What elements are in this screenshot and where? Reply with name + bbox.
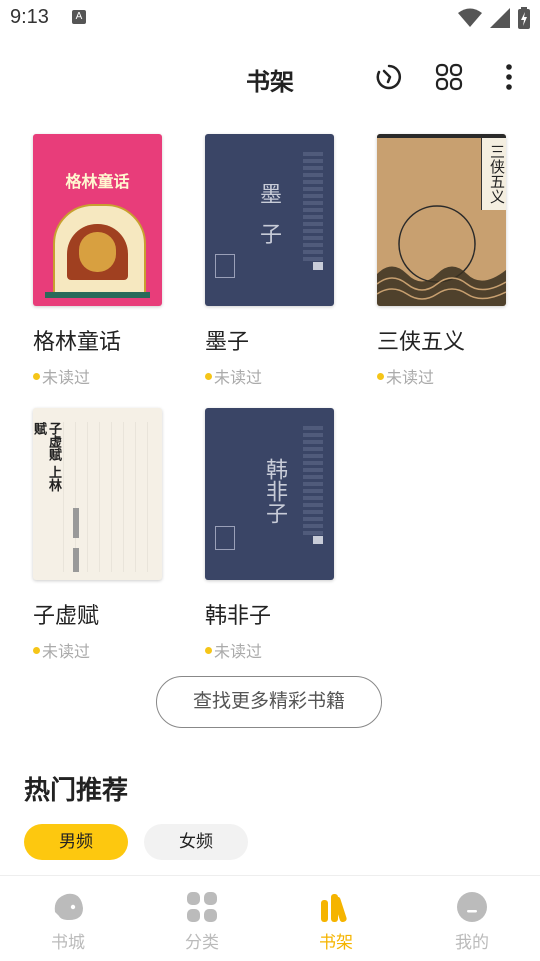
recommend-title: 热门推荐 [24, 776, 129, 806]
status-dot [33, 646, 40, 654]
read-status: 未读过 [33, 364, 173, 388]
book-cover[interactable]: 三侠五义 [377, 134, 506, 306]
tab-label: 书架 [319, 933, 353, 953]
tab-category[interactable]: 分类 [152, 890, 252, 953]
tab-label: 我的 [455, 933, 489, 953]
grid-icon [435, 63, 463, 91]
book-title: 三侠五义 [377, 330, 466, 355]
book-title: 子虚赋 [33, 604, 100, 629]
more-button[interactable] [494, 62, 524, 92]
cover-title: 格林童话 [65, 172, 130, 191]
bottom-tab-bar: 书城 分类 书架 我的 [0, 875, 540, 961]
book-cover[interactable]: 墨 子 [205, 134, 334, 306]
book-item[interactable]: 墨 子 墨子 未读过 [205, 134, 345, 388]
status-bar: 9:13 A [0, 0, 540, 36]
profile-icon [455, 890, 489, 924]
more-vertical-icon [506, 64, 512, 90]
cover-title: 墨 子 [259, 183, 282, 248]
chip-female[interactable]: 女频 [144, 824, 248, 860]
status-text: 未读过 [214, 368, 263, 387]
read-status: 未读过 [205, 638, 345, 662]
signal-icon [490, 8, 510, 28]
book-item[interactable]: 韩非子 韩非子 未读过 [205, 408, 345, 662]
status-text: 未读过 [42, 368, 91, 387]
tab-label: 分类 [185, 933, 219, 953]
read-status: 未读过 [377, 364, 517, 388]
header: 书架 [0, 50, 540, 106]
bookshelf-icon [319, 890, 353, 924]
history-icon [376, 64, 402, 90]
status-dot [33, 372, 40, 380]
grid-view-button[interactable] [434, 62, 464, 92]
status-text: 未读过 [42, 642, 91, 661]
book-cover[interactable]: 子虚赋 上林赋 [33, 408, 162, 580]
category-icon [185, 890, 219, 924]
book-item[interactable]: 格林童话 格林童话 未读过 [33, 134, 173, 388]
status-time: 9:13 [10, 6, 49, 28]
find-more-books-button[interactable]: 查找更多精彩书籍 [156, 676, 382, 728]
book-title: 格林童话 [33, 330, 122, 355]
tab-label: 书城 [51, 933, 85, 953]
battery-icon [518, 7, 530, 29]
book-title: 韩非子 [205, 604, 272, 629]
chip-male[interactable]: 男频 [24, 824, 128, 860]
book-title: 墨子 [205, 330, 250, 355]
notification-icon: A [72, 10, 86, 24]
read-status: 未读过 [33, 638, 173, 662]
tab-bookshelf[interactable]: 书架 [286, 890, 386, 953]
book-cover[interactable]: 格林童话 [33, 134, 162, 306]
tab-bookstore[interactable]: 书城 [18, 890, 118, 953]
wave-illustration [377, 205, 506, 306]
status-dot [377, 372, 384, 380]
status-text: 未读过 [214, 642, 263, 661]
status-icons [458, 7, 530, 29]
cover-title: 韩非子 [262, 458, 287, 524]
tab-profile[interactable]: 我的 [422, 890, 522, 953]
bookstore-icon [51, 890, 85, 924]
status-text: 未读过 [386, 368, 435, 387]
book-item[interactable]: 子虚赋 上林赋 子虚赋 未读过 [33, 408, 173, 662]
wifi-icon [458, 8, 482, 27]
status-dot [205, 646, 212, 654]
status-dot [205, 372, 212, 380]
history-button[interactable] [374, 62, 404, 92]
read-status: 未读过 [205, 364, 345, 388]
book-item[interactable]: 三侠五义 三侠五义 未读过 [377, 134, 517, 388]
cover-title: 子虚赋 上林赋 [33, 422, 61, 492]
book-cover[interactable]: 韩非子 [205, 408, 334, 580]
